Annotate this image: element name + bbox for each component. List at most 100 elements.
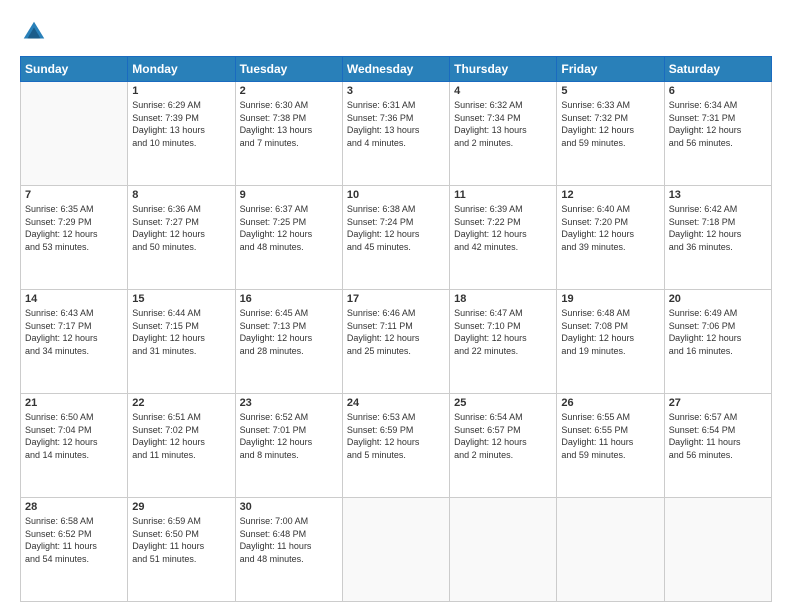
calendar: SundayMondayTuesdayWednesdayThursdayFrid…: [20, 56, 772, 602]
day-info: Sunrise: 6:46 AM Sunset: 7:11 PM Dayligh…: [347, 307, 445, 357]
day-number: 27: [669, 397, 767, 409]
calendar-cell: 19 Sunrise: 6:48 AM Sunset: 7:08 PM Dayli…: [557, 290, 664, 394]
day-info: Sunrise: 6:49 AM Sunset: 7:06 PM Dayligh…: [669, 307, 767, 357]
day-info: Sunrise: 6:30 AM Sunset: 7:38 PM Dayligh…: [240, 99, 338, 149]
calendar-week-row: 14Sunrise: 6:43 AM Sunset: 7:17 PM Dayli…: [21, 290, 772, 394]
day-number: 29: [132, 501, 230, 513]
calendar-day-header: Saturday: [664, 57, 771, 82]
calendar-cell: 22Sunrise: 6:51 AM Sunset: 7:02 PM Dayli…: [128, 394, 235, 498]
calendar-cell: 29 Sunrise: 6:59 AM Sunset: 6:50 PM Dayli…: [128, 498, 235, 602]
day-info: Sunrise: 6:34 AM Sunset: 7:31 PM Dayligh…: [669, 99, 767, 149]
day-info: Sunrise: 6:59 AM Sunset: 6:50 PM Dayligh…: [132, 515, 230, 565]
day-number: 16: [240, 293, 338, 305]
calendar-day-header: Tuesday: [235, 57, 342, 82]
day-number: 2: [240, 85, 338, 97]
calendar-cell: 14Sunrise: 6:43 AM Sunset: 7:17 PM Dayli…: [21, 290, 128, 394]
day-info: Sunrise: 6:47 AM Sunset: 7:10 PM Dayligh…: [454, 307, 552, 357]
calendar-cell: 12Sunrise: 6:40 AM Sunset: 7:20 PM Dayli…: [557, 186, 664, 290]
calendar-cell: 25Sunrise: 6:54 AM Sunset: 6:57 PM Dayli…: [450, 394, 557, 498]
calendar-cell: 6 Sunrise: 6:34 AM Sunset: 7:31 PM Daylig…: [664, 82, 771, 186]
calendar-cell: 26 Sunrise: 6:55 AM Sunset: 6:55 PM Dayli…: [557, 394, 664, 498]
calendar-week-row: 1 Sunrise: 6:29 AM Sunset: 7:39 PM Daylig…: [21, 82, 772, 186]
logo: [20, 18, 52, 46]
calendar-week-row: 28 Sunrise: 6:58 AM Sunset: 6:52 PM Dayli…: [21, 498, 772, 602]
day-number: 1: [132, 85, 230, 97]
calendar-cell: 18 Sunrise: 6:47 AM Sunset: 7:10 PM Dayli…: [450, 290, 557, 394]
day-number: 6: [669, 85, 767, 97]
calendar-day-header: Thursday: [450, 57, 557, 82]
day-number: 22: [132, 397, 230, 409]
calendar-cell: 27 Sunrise: 6:57 AM Sunset: 6:54 PM Dayli…: [664, 394, 771, 498]
calendar-cell: 15 Sunrise: 6:44 AM Sunset: 7:15 PM Dayli…: [128, 290, 235, 394]
day-info: Sunrise: 6:55 AM Sunset: 6:55 PM Dayligh…: [561, 411, 659, 461]
day-number: 14: [25, 293, 123, 305]
calendar-week-row: 7 Sunrise: 6:35 AM Sunset: 7:29 PM Daylig…: [21, 186, 772, 290]
calendar-cell: 21 Sunrise: 6:50 AM Sunset: 7:04 PM Dayli…: [21, 394, 128, 498]
calendar-cell: 5 Sunrise: 6:33 AM Sunset: 7:32 PM Daylig…: [557, 82, 664, 186]
day-number: 19: [561, 293, 659, 305]
day-number: 15: [132, 293, 230, 305]
day-info: Sunrise: 6:57 AM Sunset: 6:54 PM Dayligh…: [669, 411, 767, 461]
calendar-day-header: Wednesday: [342, 57, 449, 82]
calendar-cell: 7 Sunrise: 6:35 AM Sunset: 7:29 PM Daylig…: [21, 186, 128, 290]
day-info: Sunrise: 6:40 AM Sunset: 7:20 PM Dayligh…: [561, 203, 659, 253]
calendar-day-header: Sunday: [21, 57, 128, 82]
calendar-day-header: Monday: [128, 57, 235, 82]
day-number: 17: [347, 293, 445, 305]
day-number: 24: [347, 397, 445, 409]
calendar-cell: 10Sunrise: 6:38 AM Sunset: 7:24 PM Dayli…: [342, 186, 449, 290]
day-info: Sunrise: 6:44 AM Sunset: 7:15 PM Dayligh…: [132, 307, 230, 357]
day-number: 7: [25, 189, 123, 201]
calendar-cell: [664, 498, 771, 602]
calendar-cell: [557, 498, 664, 602]
day-info: Sunrise: 6:45 AM Sunset: 7:13 PM Dayligh…: [240, 307, 338, 357]
day-number: 10: [347, 189, 445, 201]
day-number: 21: [25, 397, 123, 409]
day-number: 23: [240, 397, 338, 409]
calendar-cell: 8 Sunrise: 6:36 AM Sunset: 7:27 PM Daylig…: [128, 186, 235, 290]
day-info: Sunrise: 7:00 AM Sunset: 6:48 PM Dayligh…: [240, 515, 338, 565]
calendar-cell: 4 Sunrise: 6:32 AM Sunset: 7:34 PM Daylig…: [450, 82, 557, 186]
day-number: 9: [240, 189, 338, 201]
day-info: Sunrise: 6:52 AM Sunset: 7:01 PM Dayligh…: [240, 411, 338, 461]
day-number: 4: [454, 85, 552, 97]
calendar-cell: 1 Sunrise: 6:29 AM Sunset: 7:39 PM Daylig…: [128, 82, 235, 186]
day-info: Sunrise: 6:53 AM Sunset: 6:59 PM Dayligh…: [347, 411, 445, 461]
day-number: 18: [454, 293, 552, 305]
day-number: 11: [454, 189, 552, 201]
calendar-cell: 16 Sunrise: 6:45 AM Sunset: 7:13 PM Dayli…: [235, 290, 342, 394]
logo-icon: [20, 18, 48, 46]
calendar-cell: 24 Sunrise: 6:53 AM Sunset: 6:59 PM Dayli…: [342, 394, 449, 498]
day-info: Sunrise: 6:58 AM Sunset: 6:52 PM Dayligh…: [25, 515, 123, 565]
calendar-cell: 23 Sunrise: 6:52 AM Sunset: 7:01 PM Dayli…: [235, 394, 342, 498]
calendar-cell: 28 Sunrise: 6:58 AM Sunset: 6:52 PM Dayli…: [21, 498, 128, 602]
calendar-cell: 11 Sunrise: 6:39 AM Sunset: 7:22 PM Dayli…: [450, 186, 557, 290]
day-info: Sunrise: 6:36 AM Sunset: 7:27 PM Dayligh…: [132, 203, 230, 253]
day-info: Sunrise: 6:39 AM Sunset: 7:22 PM Dayligh…: [454, 203, 552, 253]
calendar-cell: 2 Sunrise: 6:30 AM Sunset: 7:38 PM Daylig…: [235, 82, 342, 186]
day-number: 3: [347, 85, 445, 97]
calendar-cell: 20 Sunrise: 6:49 AM Sunset: 7:06 PM Dayli…: [664, 290, 771, 394]
day-number: 8: [132, 189, 230, 201]
day-number: 30: [240, 501, 338, 513]
calendar-cell: 30 Sunrise: 7:00 AM Sunset: 6:48 PM Dayli…: [235, 498, 342, 602]
day-info: Sunrise: 6:50 AM Sunset: 7:04 PM Dayligh…: [25, 411, 123, 461]
day-info: Sunrise: 6:35 AM Sunset: 7:29 PM Dayligh…: [25, 203, 123, 253]
day-number: 20: [669, 293, 767, 305]
day-number: 5: [561, 85, 659, 97]
day-info: Sunrise: 6:54 AM Sunset: 6:57 PM Dayligh…: [454, 411, 552, 461]
day-info: Sunrise: 6:32 AM Sunset: 7:34 PM Dayligh…: [454, 99, 552, 149]
day-info: Sunrise: 6:48 AM Sunset: 7:08 PM Dayligh…: [561, 307, 659, 357]
calendar-header-row: SundayMondayTuesdayWednesdayThursdayFrid…: [21, 57, 772, 82]
day-number: 28: [25, 501, 123, 513]
day-info: Sunrise: 6:29 AM Sunset: 7:39 PM Dayligh…: [132, 99, 230, 149]
day-number: 13: [669, 189, 767, 201]
page: SundayMondayTuesdayWednesdayThursdayFrid…: [0, 0, 792, 612]
day-number: 26: [561, 397, 659, 409]
calendar-week-row: 21 Sunrise: 6:50 AM Sunset: 7:04 PM Dayli…: [21, 394, 772, 498]
header: [20, 18, 772, 46]
day-info: Sunrise: 6:33 AM Sunset: 7:32 PM Dayligh…: [561, 99, 659, 149]
calendar-day-header: Friday: [557, 57, 664, 82]
calendar-cell: 9 Sunrise: 6:37 AM Sunset: 7:25 PM Daylig…: [235, 186, 342, 290]
day-info: Sunrise: 6:37 AM Sunset: 7:25 PM Dayligh…: [240, 203, 338, 253]
